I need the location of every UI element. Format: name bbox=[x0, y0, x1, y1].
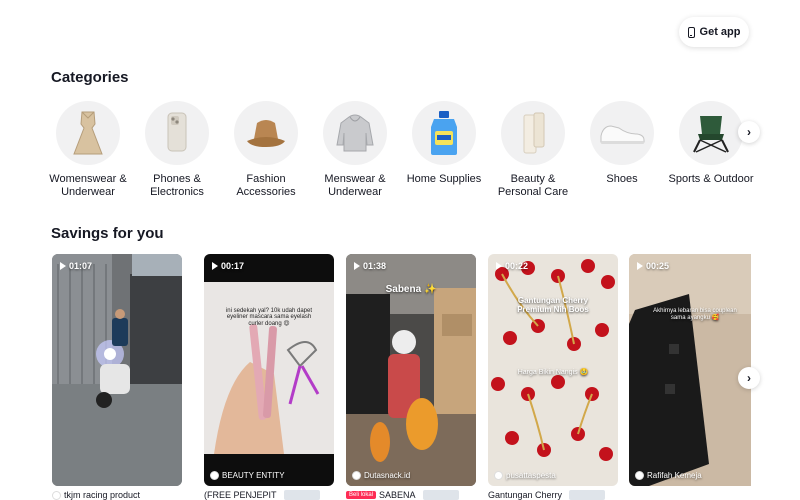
shop-avatar bbox=[210, 471, 219, 480]
product-row[interactable]: Gantungan Cherry bbox=[488, 489, 606, 500]
categories-title: Categories bbox=[51, 69, 129, 86]
play-icon bbox=[354, 262, 360, 270]
product-thumbnail bbox=[283, 490, 320, 500]
category-phones[interactable]: Phones & Electronics bbox=[140, 101, 214, 199]
video-duration: 01:07 bbox=[60, 261, 92, 271]
video-row: 01:07 tkjm racing product ini sedekah ya… bbox=[51, 254, 751, 500]
shop-tag: Rafifah Kemeja bbox=[635, 471, 702, 480]
video-caption: Sabena ✨ bbox=[385, 284, 437, 295]
category-image bbox=[145, 101, 209, 165]
video-card[interactable]: Gantungan Cherry Premium Nih Boos Harga … bbox=[488, 254, 618, 486]
play-icon bbox=[60, 262, 66, 270]
video-card[interactable]: ini sedekah yal? 10k udah dapet eyeliner… bbox=[204, 254, 334, 486]
video-card[interactable]: Sabena ✨ 01:38 Dutasnack.id bbox=[346, 254, 476, 486]
smartphone-icon bbox=[167, 112, 187, 152]
category-shoes[interactable]: Shoes bbox=[585, 101, 659, 186]
shop-avatar bbox=[52, 490, 61, 500]
play-icon bbox=[496, 262, 502, 270]
product-name: tkjm racing product bbox=[64, 490, 141, 500]
video-card[interactable]: Akhirnya lebaran bisa couplean sama ayan… bbox=[629, 254, 751, 486]
category-label: Shoes bbox=[606, 173, 638, 185]
detergent-icon bbox=[431, 111, 457, 155]
category-label: Beauty & Personal Care bbox=[497, 173, 569, 198]
category-image bbox=[323, 101, 387, 165]
bucket-hat-icon bbox=[247, 120, 285, 147]
chevron-right-icon: › bbox=[747, 371, 751, 385]
video-caption: Gantungan Cherry Premium Nih Boos bbox=[517, 296, 589, 314]
category-home-supplies[interactable]: Home Supplies bbox=[407, 101, 481, 186]
category-image bbox=[234, 101, 298, 165]
category-label: Menswear & Underwear bbox=[324, 173, 386, 198]
shop-avatar bbox=[494, 471, 503, 480]
category-image bbox=[590, 101, 654, 165]
product-name: Gantungan Cherry bbox=[488, 490, 563, 500]
video-card[interactable]: 01:07 bbox=[52, 254, 182, 486]
get-app-label: Get app bbox=[699, 26, 741, 38]
category-menswear[interactable]: Menswear & Underwear bbox=[318, 101, 392, 199]
category-image bbox=[501, 101, 565, 165]
product-thumbnail bbox=[422, 490, 459, 500]
product-name: (FREE PENJEPIT bbox=[204, 490, 277, 500]
camping-chair-icon bbox=[693, 116, 729, 153]
videos-next-button[interactable]: › bbox=[738, 367, 760, 389]
video-thumbnail bbox=[629, 254, 751, 486]
category-image bbox=[679, 101, 743, 165]
sneaker-icon bbox=[600, 125, 645, 144]
video-caption: Akhirnya lebaran bisa couplean sama ayan… bbox=[653, 308, 737, 321]
video-duration: 00:17 bbox=[212, 261, 244, 271]
get-app-button[interactable]: Get app bbox=[679, 17, 749, 47]
category-image bbox=[412, 101, 476, 165]
category-womenswear[interactable]: Womenswear & Underwear bbox=[49, 101, 127, 199]
play-icon bbox=[212, 262, 218, 270]
video-duration: 01:38 bbox=[354, 261, 386, 271]
categories-row: Womenswear & Underwear Phones & Electron… bbox=[49, 101, 754, 201]
category-fashion-accessories[interactable]: Fashion Accessories bbox=[229, 101, 303, 199]
product-row[interactable]: Beli lokal SABENA bbox=[346, 489, 459, 500]
shop-avatar bbox=[352, 471, 361, 480]
category-beauty[interactable]: Beauty & Personal Care bbox=[496, 101, 570, 199]
product-row[interactable]: (FREE PENJEPIT bbox=[204, 489, 320, 500]
product-name: SABENA bbox=[379, 490, 416, 500]
shop-avatar bbox=[635, 471, 644, 480]
play-icon bbox=[637, 262, 643, 270]
shop-tag: BEAUTY ENTITY bbox=[210, 471, 285, 480]
savings-title: Savings for you bbox=[51, 225, 164, 242]
video-duration: 00:22 bbox=[496, 261, 528, 271]
category-label: Fashion Accessories bbox=[236, 173, 296, 198]
category-sports[interactable]: Sports & Outdoor bbox=[669, 101, 754, 186]
product-row[interactable]: tkjm racing product bbox=[52, 489, 140, 500]
category-label: Sports & Outdoor bbox=[668, 173, 754, 185]
phone-icon bbox=[687, 26, 695, 38]
shop-tag: Dutasnack.id bbox=[352, 471, 410, 480]
product-badge: Beli lokal bbox=[346, 491, 377, 499]
dress-icon bbox=[73, 111, 103, 155]
video-duration: 00:25 bbox=[637, 261, 669, 271]
video-thumbnail bbox=[52, 254, 182, 486]
category-image bbox=[56, 101, 120, 165]
shop-tag: pusattaspesta bbox=[494, 471, 556, 480]
category-label: Phones & Electronics bbox=[150, 173, 204, 198]
chevron-right-icon: › bbox=[747, 125, 751, 139]
categories-next-button[interactable]: › bbox=[738, 121, 760, 143]
hoodie-icon bbox=[336, 114, 374, 152]
video-thumbnail bbox=[204, 254, 334, 486]
category-label: Home Supplies bbox=[406, 173, 482, 185]
skincare-bottle-icon bbox=[523, 112, 545, 154]
video-caption-secondary: Harga Bikin Nangis 🥹 bbox=[517, 369, 589, 376]
product-thumbnail bbox=[569, 490, 606, 500]
category-label: Womenswear & Underwear bbox=[49, 173, 127, 198]
video-caption: ini sedekah yal? 10k udah dapet eyeliner… bbox=[225, 308, 313, 327]
